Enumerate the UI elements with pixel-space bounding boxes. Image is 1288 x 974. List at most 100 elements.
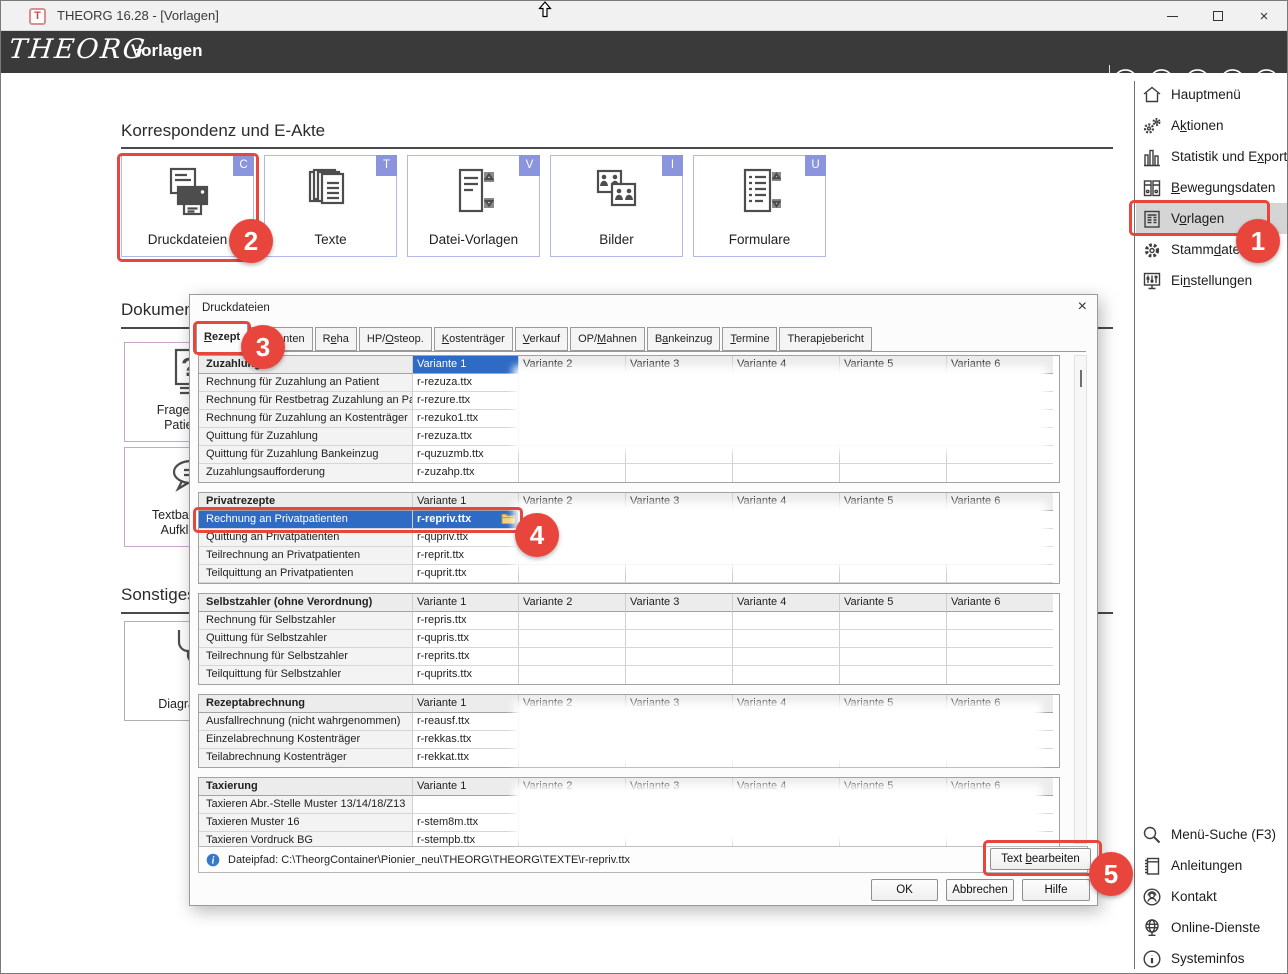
variant-cell-empty[interactable] [733,446,840,464]
variant-cell-empty[interactable] [733,612,840,630]
tab-verkauf[interactable]: Verkauf [515,327,568,351]
variant-cell-empty[interactable] [519,464,626,482]
variant-cell-empty[interactable] [519,648,626,666]
dialog-close-icon[interactable]: × [1078,298,1087,316]
column-header[interactable]: Variante 1 [413,695,519,713]
variant-cell-empty[interactable] [733,630,840,648]
variant-cell-empty[interactable] [840,446,947,464]
column-header[interactable]: Variante 5 [840,356,947,374]
column-header[interactable]: Variante 1 [413,493,519,511]
column-header[interactable]: Variante 4 [733,594,840,612]
variant-cell-empty[interactable] [840,612,947,630]
table-row[interactable]: Teilquittung an Privatpatientenr-quprit.… [199,565,1059,583]
sidebar-item-einstellungen[interactable]: Einstellungen [1136,265,1288,296]
variant-cell-empty[interactable] [626,464,733,482]
variant-cell-empty[interactable] [519,565,626,583]
section-heading-sonstiges: Sonstiges [121,585,196,605]
sidebar-item-kontakt[interactable]: Kontakt [1136,881,1288,912]
table-row[interactable]: Zuzahlungsaufforderungr-zuzahp.ttx [199,464,1059,482]
vertical-scrollbar[interactable] [1074,355,1087,844]
table-row[interactable]: Teilquittung für Selbstzahlerr-quprits.t… [199,666,1059,684]
variant-cell-empty[interactable] [840,565,947,583]
sidebar-item-statistik-und-export[interactable]: Statistik und Export [1136,141,1288,172]
column-header[interactable]: Variante 4 [733,356,840,374]
table-row[interactable]: Quittung für Zuzahlung Bankeinzugr-quzuz… [199,446,1059,464]
table-row[interactable]: Rechnung für Selbstzahlerr-repris.ttx [199,612,1059,630]
sidebar-item-bewegungsdaten[interactable]: Bewegungsdaten [1136,172,1288,203]
sidebar-item-online-dienste[interactable]: Online-Dienste [1136,912,1288,943]
variant-cell-empty[interactable] [626,612,733,630]
variant-cell-empty[interactable] [840,464,947,482]
ok-button[interactable]: OK [871,879,938,901]
table-row[interactable]: Quittung für Selbstzahlerr-qupris.ttx [199,630,1059,648]
sidebar-item-label: Einstellungen [1171,273,1252,288]
header-separator [1109,65,1110,99]
cancel-button[interactable]: Abbrechen [946,879,1014,901]
tile-datei-vorlagen[interactable]: VDatei-Vorlagen [407,155,540,257]
help-button[interactable]: Hilfe [1022,879,1090,901]
column-header[interactable]: Variante 2 [519,356,626,374]
variant-cell-empty[interactable] [840,630,947,648]
minimize-button[interactable] [1149,1,1195,31]
variant-cell-empty[interactable] [947,612,1053,630]
tab-therapiebericht[interactable]: Therapiebericht [779,327,871,351]
variant-cell-empty[interactable] [626,446,733,464]
variant-cell-empty[interactable] [626,666,733,684]
variant-cell-empty[interactable] [626,630,733,648]
folder-icon[interactable] [501,513,516,529]
variant-cell-empty[interactable] [733,648,840,666]
column-header[interactable]: Variante 3 [626,594,733,612]
close-button[interactable]: × [1241,1,1287,31]
tile-bilder[interactable]: IBilder [550,155,683,257]
tab-kostentr-ger[interactable]: Kostenträger [434,327,513,351]
scrollbar-thumb[interactable] [1080,370,1082,387]
sidebar-divider [1134,81,1135,969]
column-header[interactable]: Variante 1 [413,594,519,612]
tab-termine[interactable]: Termine [722,327,777,351]
sidebar-item-label: Menü-Suche (F3) [1171,827,1276,842]
variant-cell-empty[interactable] [947,630,1053,648]
variant-cell-empty[interactable] [840,648,947,666]
variant-cell-empty[interactable] [947,666,1053,684]
variant-cell-empty[interactable] [519,446,626,464]
tab-op-mahnen[interactable]: OP/Mahnen [570,327,645,351]
svg-text:i: i [212,855,215,866]
sidebar-item-aktionen[interactable]: Aktionen [1136,110,1288,141]
variant-cell-empty[interactable] [626,648,733,666]
column-header[interactable]: Variante 1 [413,356,519,374]
sidebar-item-menu-suche[interactable]: Menü-Suche (F3) [1136,819,1288,850]
sidebar-item-systeminfos[interactable]: Systeminfos [1136,943,1288,974]
variant-cell-empty[interactable] [947,648,1053,666]
tab-bankeinzug[interactable]: Bankeinzug [647,327,721,351]
tile-formulare[interactable]: UFormulare [693,155,826,257]
column-header[interactable]: Variante 3 [626,356,733,374]
column-header[interactable]: Variante 6 [947,594,1053,612]
headset-icon [1140,886,1164,908]
text-bearbeiten-button[interactable]: Text bearbeiten [990,848,1091,870]
tile-texte[interactable]: TTexte [264,155,397,257]
tab-hp-osteop-[interactable]: HP/Osteop. [359,327,432,351]
column-header[interactable]: Variante 6 [947,356,1053,374]
variant-cell-empty[interactable] [947,565,1053,583]
table-row[interactable]: Teilrechnung für Selbstzahlerr-reprits.t… [199,648,1059,666]
dialog-title: Druckdateien [202,302,270,314]
variant-cell-empty[interactable] [519,666,626,684]
variant-cell-empty[interactable] [733,565,840,583]
column-header[interactable]: Variante 5 [840,594,947,612]
variant-cell-empty[interactable] [947,464,1053,482]
variant-cell-empty[interactable] [947,446,1053,464]
sidebar-item-label: Online-Dienste [1171,920,1260,935]
sidebar-item-anleitungen[interactable]: Anleitungen [1136,850,1288,881]
variant-cell-empty[interactable] [519,630,626,648]
sidebar-item-hauptmenu[interactable]: Hauptmenü [1136,79,1288,110]
column-header[interactable]: Variante 2 [519,594,626,612]
variant-cell-empty[interactable] [733,666,840,684]
variant-cell-empty[interactable] [519,612,626,630]
window-title: THEORG 16.28 - [Vorlagen] [57,8,219,23]
column-header[interactable]: Variante 1 [413,778,519,796]
tab-reha[interactable]: Reha [315,327,357,351]
maximize-button[interactable] [1195,1,1241,31]
variant-cell-empty[interactable] [840,666,947,684]
variant-cell-empty[interactable] [626,565,733,583]
variant-cell-empty[interactable] [733,464,840,482]
